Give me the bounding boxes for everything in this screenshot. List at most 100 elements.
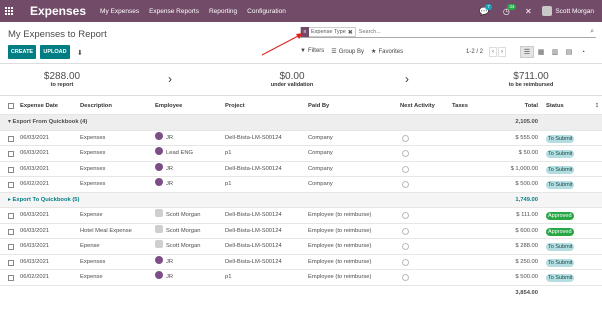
group-title: Export To Quickbook (5): [12, 196, 80, 203]
debug-close-icon[interactable]: ✕: [520, 0, 536, 22]
upload-button[interactable]: UPLOAD: [40, 45, 70, 59]
activity-clock-icon[interactable]: [402, 212, 409, 219]
summary-to-be-reimbursed[interactable]: $711.00 to be reimbursed: [476, 71, 586, 88]
chat-icon[interactable]: 💬 7: [476, 0, 492, 22]
group-row[interactable]: ▸ Export To Quickbook (5) 1,749.00: [0, 192, 602, 208]
pager-next-icon[interactable]: ›: [498, 47, 506, 57]
cell-description: Expenses: [80, 134, 106, 141]
employee-name: Scott Morgan: [166, 227, 201, 234]
kanban-view-icon[interactable]: ▦: [534, 46, 548, 58]
activity-clock-icon[interactable]: [402, 227, 409, 235]
user-name[interactable]: Scott Morgan: [555, 8, 594, 15]
table-row[interactable]: 06/03/2021 Expenses Lead ENG p1 Company …: [0, 146, 602, 162]
table-row[interactable]: 06/03/2021 Expenses JR Dell-Bista-LM-S00…: [0, 162, 602, 177]
cell-date: 06/03/2021: [20, 134, 50, 141]
column-header-status[interactable]: Status: [546, 97, 564, 115]
summary-amount: $711.00: [513, 71, 549, 82]
cell-employee: Scott Morgan: [155, 239, 200, 255]
pager-value[interactable]: 1-2 / 2: [466, 49, 483, 55]
menu-configuration[interactable]: Configuration: [247, 8, 286, 15]
activity-clock-icon[interactable]: [402, 274, 409, 281]
row-checkbox[interactable]: [8, 244, 14, 250]
optional-columns-icon[interactable]: ⋮: [594, 97, 600, 115]
summary-to-report[interactable]: $288.00 to report: [7, 71, 117, 88]
column-header-next-activity[interactable]: Next Activity: [400, 97, 435, 115]
row-checkbox[interactable]: [8, 275, 14, 281]
cell-paid-by: Company: [308, 181, 333, 187]
table-row[interactable]: 06/02/2021 Expenses JR p1 Company $ 500.…: [0, 177, 602, 193]
column-header-taxes[interactable]: Taxes: [452, 97, 468, 115]
column-header-project[interactable]: Project: [225, 97, 245, 115]
employee-name: JR: [166, 134, 174, 141]
activity-clock-icon[interactable]: [402, 258, 409, 266]
activity-clock-icon[interactable]: [402, 181, 409, 188]
activity-clock-icon[interactable]: [402, 150, 409, 157]
avatar[interactable]: [542, 6, 553, 16]
cell-employee: Lead ENG: [155, 146, 193, 162]
table-row[interactable]: 06/03/2021 Expense Scott Morgan Dell-Bis…: [0, 208, 602, 224]
cell-total: $ 555.00: [515, 134, 538, 141]
table-row[interactable]: 06/03/2021 Expenses JR Dell-Bista-LM-S00…: [0, 131, 602, 147]
cell-employee: JR: [155, 177, 173, 193]
activity-clock-icon[interactable]: [402, 134, 409, 142]
employee-name: JR: [166, 181, 174, 187]
graph-view-icon[interactable]: ▥: [548, 46, 562, 58]
table-row[interactable]: 06/02/2021 Expense JR p1 Employee (to re…: [0, 270, 602, 286]
column-header-total[interactable]: Total: [525, 97, 538, 115]
page-title: My Expenses to Report: [8, 29, 107, 40]
activity-clock-icon[interactable]: [402, 165, 409, 173]
row-checkbox[interactable]: [8, 182, 14, 188]
close-icon[interactable]: ✖: [348, 29, 355, 36]
column-header-date[interactable]: Expense Date: [20, 97, 58, 115]
table-row[interactable]: 06/03/2021 Hotel Meal Expense Scott Morg…: [0, 224, 602, 239]
status-badge: To Submit: [546, 243, 575, 251]
list-view-icon[interactable]: ☰: [520, 46, 534, 58]
app-brand[interactable]: Expenses: [30, 4, 86, 18]
search-input[interactable]: [358, 29, 591, 35]
search-options: ▼ Filters ☰ Group By ★ Favorites: [300, 48, 403, 55]
menu-expense-reports[interactable]: Expense Reports: [149, 8, 199, 15]
column-header-description[interactable]: Description: [80, 97, 112, 115]
cell-paid-by: Employee (to reimburse): [308, 274, 372, 280]
column-header-employee[interactable]: Employee: [155, 97, 182, 115]
cell-date: 06/03/2021: [20, 243, 50, 249]
column-header-paid-by[interactable]: Paid By: [308, 97, 329, 115]
employee-name: JR: [166, 165, 174, 172]
cell-description: Expense: [80, 274, 103, 280]
cell-total: $ 600.00: [515, 227, 538, 234]
pager-previous-icon[interactable]: ‹: [489, 47, 497, 57]
row-checkbox[interactable]: [8, 259, 14, 266]
row-checkbox[interactable]: [8, 151, 14, 157]
menu-my-expenses[interactable]: My Expenses: [100, 8, 139, 15]
pivot-view-icon[interactable]: ▤: [562, 46, 576, 58]
menu-reporting[interactable]: Reporting: [209, 8, 237, 15]
cell-employee: JR: [155, 131, 173, 147]
create-button[interactable]: CREATE: [8, 45, 36, 59]
row-checkbox[interactable]: [8, 135, 14, 142]
table-row[interactable]: 06/03/2021 Expenses JR Dell-Bista-LM-S00…: [0, 255, 602, 270]
table-row[interactable]: 06/03/2021 Epense Scott Morgan Dell-Bist…: [0, 239, 602, 255]
row-checkbox[interactable]: [8, 228, 14, 235]
search-icon[interactable]: ⌕: [590, 28, 594, 36]
favorites-button[interactable]: ★ Favorites: [371, 48, 403, 55]
row-checkbox[interactable]: [8, 213, 14, 219]
cell-total: $ 111.00: [516, 212, 538, 218]
activity-view-icon[interactable]: ◔: [576, 46, 590, 58]
top-navbar: Expenses My Expenses Expense Reports Rep…: [0, 0, 602, 22]
expenses-list: Expense Date Description Employee Projec…: [0, 97, 602, 301]
cell-paid-by: Company: [308, 134, 333, 141]
activity-icon[interactable]: ◷ 34: [498, 0, 517, 22]
group-row[interactable]: ▾ Export From Quickbook (4) 2,105.00: [0, 115, 602, 131]
chevron-right-icon: ›: [405, 72, 409, 86]
cell-description: Epense: [80, 243, 100, 249]
cell-paid-by: Employee (to reimburse): [308, 227, 372, 234]
cell-project: Dell-Bista-LM-S00124: [225, 212, 282, 218]
group-by-button[interactable]: ☰ Group By: [331, 48, 364, 55]
activity-clock-icon[interactable]: [402, 243, 409, 250]
summary-under-validation[interactable]: $0.00 under validation: [237, 71, 347, 88]
search-bar: ≡ Expense Type ✖ ⌕: [300, 27, 596, 38]
app-grid-icon[interactable]: [0, 0, 18, 22]
download-icon[interactable]: ⬇: [77, 49, 83, 57]
select-all-checkbox[interactable]: [8, 103, 14, 109]
row-checkbox[interactable]: [8, 166, 14, 173]
